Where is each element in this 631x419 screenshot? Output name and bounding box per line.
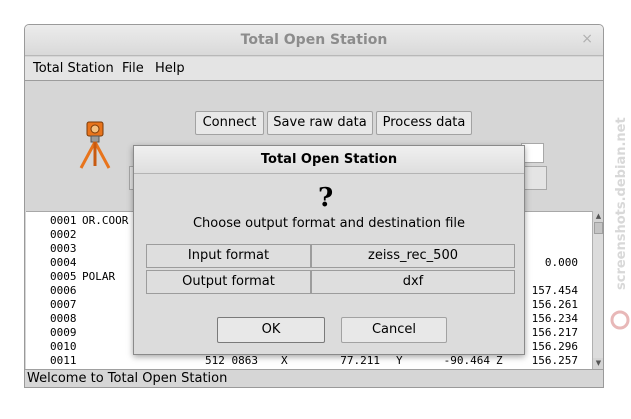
data-cell: 0002: [50, 228, 77, 241]
dialog-prompt: Choose output format and destination fil…: [192, 216, 465, 231]
dialog-title: Total Open Station: [260, 152, 398, 167]
data-cell: 0005: [50, 270, 77, 283]
total-station-logo-icon: [79, 121, 111, 169]
menubar: Total Station File Help: [25, 57, 603, 81]
data-cell: 156.257: [531, 354, 578, 367]
data-cell: 0003: [50, 242, 77, 255]
window-titlebar[interactable]: Total Open Station ×: [25, 25, 603, 56]
data-cell: 0006: [50, 284, 77, 297]
menu-help[interactable]: Help: [155, 61, 185, 76]
data-cell: 512 0863: [205, 354, 258, 367]
data-cell: 0.000: [544, 256, 578, 269]
question-icon: ?: [318, 183, 334, 213]
menu-file[interactable]: File: [122, 61, 144, 76]
vertical-scrollbar[interactable]: ▲ ▼: [592, 211, 603, 369]
data-cell: X: [281, 354, 288, 367]
data-cell: Y: [396, 354, 403, 367]
data-cell: 0009: [50, 326, 77, 339]
dialog-titlebar[interactable]: Total Open Station: [134, 146, 524, 174]
scroll-up-icon[interactable]: ▲: [593, 211, 603, 222]
data-cell: 156.296: [531, 340, 578, 353]
data-cell: 0007: [50, 298, 77, 311]
format-table: Input format zeiss_rec_500 Output format…: [146, 244, 515, 296]
scroll-down-icon[interactable]: ▼: [593, 358, 603, 369]
data-cell: 0001: [50, 214, 77, 227]
data-cell: 0004: [50, 256, 77, 269]
data-cell: 0008: [50, 312, 77, 325]
data-cell: 157.454: [531, 284, 578, 297]
data-line: 0011 512 0863 X 77.211 Y -90.464 Z 156.257: [26, 354, 592, 368]
status-text: Welcome to Total Open Station: [27, 371, 228, 386]
cancel-button[interactable]: Cancel: [341, 317, 447, 343]
close-icon[interactable]: ×: [581, 31, 593, 47]
watermark-text: screenshots.debian.net: [614, 117, 629, 290]
save-raw-data-button[interactable]: Save raw data: [267, 111, 373, 135]
data-cell: Z: [496, 354, 503, 367]
data-cell: 77.211: [340, 354, 380, 367]
ok-button[interactable]: OK: [217, 317, 325, 343]
output-format-label: Output format: [146, 270, 311, 294]
input-format-label: Input format: [146, 244, 311, 268]
input-format-value[interactable]: zeiss_rec_500: [311, 244, 515, 268]
output-format-dialog: Total Open Station ? Choose output forma…: [133, 145, 525, 355]
data-cell: -90.464: [443, 354, 490, 367]
debian-swirl-icon: [610, 310, 630, 330]
status-bar: Welcome to Total Open Station: [25, 369, 603, 387]
process-data-button[interactable]: Process data: [376, 111, 472, 135]
data-cell: 0011: [50, 354, 77, 367]
connect-button[interactable]: Connect: [195, 111, 264, 135]
scrollbar-thumb[interactable]: [594, 222, 603, 234]
output-format-value[interactable]: dxf: [311, 270, 515, 294]
data-cell: 156.217: [531, 326, 578, 339]
data-cell: 156.234: [531, 312, 578, 325]
window-title: Total Open Station: [240, 32, 388, 48]
data-cell: 156.261: [531, 298, 578, 311]
data-cell: 0010: [50, 340, 77, 353]
menu-total-station[interactable]: Total Station: [33, 61, 114, 76]
screenshots-debian-watermark: screenshots.debian.net: [610, 117, 630, 330]
